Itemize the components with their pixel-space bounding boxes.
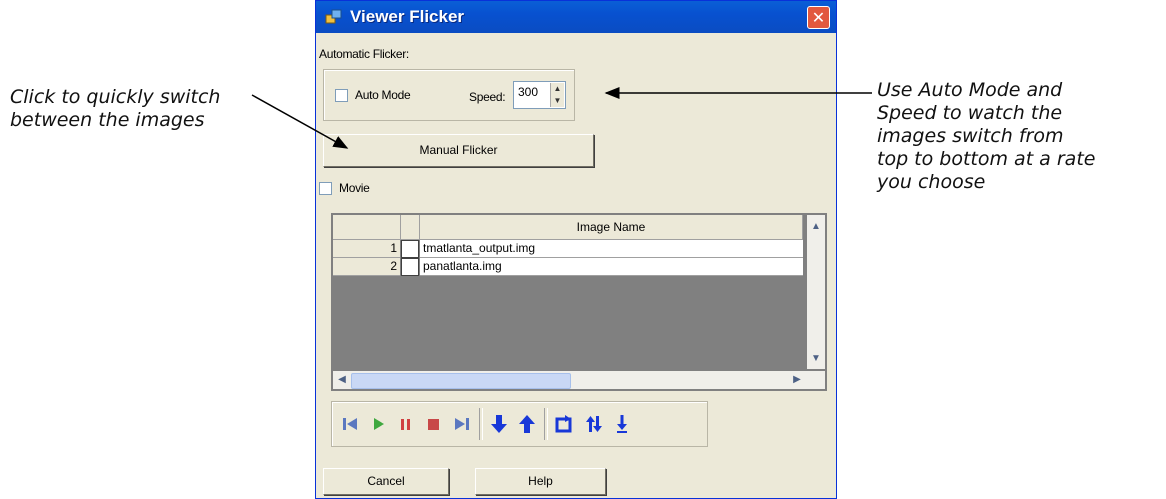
manual-flicker-pointer: [251, 94, 349, 149]
callout-arrows: [251, 87, 872, 149]
